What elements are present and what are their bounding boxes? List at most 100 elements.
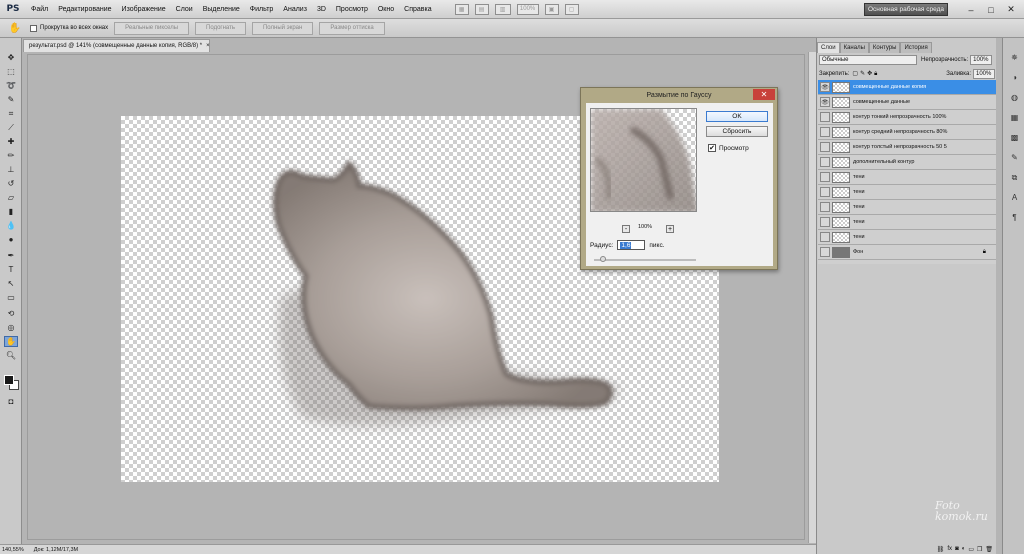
hand-tool-icon[interactable]: ✋ [4, 336, 18, 347]
brush-tool-icon[interactable]: ✏ [4, 150, 18, 161]
layer-row[interactable]: контур тонкий непрозрачность 100% [818, 110, 996, 125]
menu-help[interactable]: Справка [399, 6, 436, 13]
type-tool-icon[interactable]: T [4, 264, 18, 275]
radius-input[interactable]: 1,6 [617, 240, 646, 250]
layer-row[interactable]: 👁︎ совмещенные данные копия [818, 80, 996, 95]
hand-tool-icon[interactable]: ✋ [6, 23, 24, 34]
path-select-tool-icon[interactable]: ↖ [4, 278, 18, 289]
dialog-close-button[interactable]: ✕ [753, 89, 775, 100]
visibility-eye-icon[interactable] [820, 217, 830, 227]
fill-field[interactable]: 100% [973, 68, 995, 79]
scroll-all-checkbox[interactable] [30, 24, 37, 32]
ok-button[interactable]: OK [706, 111, 768, 122]
dodge-tool-icon[interactable]: ● [4, 234, 18, 245]
layer-row[interactable]: тени [818, 185, 996, 200]
preview-checkbox[interactable]: ✔ [708, 144, 716, 152]
tab-layers[interactable]: Слои [817, 42, 840, 53]
tab-history[interactable]: История [900, 42, 932, 53]
layer-row[interactable]: дополнительный контур [818, 155, 996, 170]
tab-channels[interactable]: Каналы [839, 42, 869, 53]
quick-mask-icon[interactable]: ◘ [4, 396, 18, 407]
scroll-all-option[interactable]: Прокрутка во всех окнах [30, 24, 108, 32]
visibility-eye-icon[interactable] [820, 157, 830, 167]
marquee-tool-icon[interactable]: ⬚ [4, 66, 18, 77]
layer-row[interactable]: контур толстый непрозрачность 50 5 [818, 140, 996, 155]
status-zoom[interactable]: 140,55% [2, 547, 24, 553]
crop-tool-icon[interactable]: ⌗ [4, 108, 18, 119]
layer-row[interactable]: контур средний непрозрачность 80% [818, 125, 996, 140]
minimize-button[interactable]: – [964, 3, 978, 16]
radius-slider-track[interactable] [594, 259, 696, 261]
document-tab-close-icon[interactable]: × [206, 43, 210, 49]
reset-button[interactable]: Сбросить [706, 126, 768, 137]
styles-icon[interactable]: ▩ [1009, 132, 1020, 143]
eraser-tool-icon[interactable]: ▱ [4, 192, 18, 203]
layer-row[interactable]: тени [818, 215, 996, 230]
menu-edit[interactable]: Редактирование [53, 6, 116, 13]
layer-row[interactable]: Фон 🔒︎ [818, 245, 996, 260]
visibility-eye-icon[interactable] [820, 142, 830, 152]
move-tool-icon[interactable]: ✥ [4, 52, 18, 63]
zoom-out-button[interactable]: - [622, 225, 630, 233]
adjustment-layer-icon[interactable]: ◐ [962, 546, 966, 552]
preview-option[interactable]: ✔ Просмотр [708, 144, 749, 152]
minibridge-icon[interactable]: ▤ [474, 3, 489, 15]
menu-filter[interactable]: Фильтр [245, 6, 279, 13]
blur-preview[interactable] [590, 108, 697, 212]
adjustments-icon[interactable]: ◑ [1009, 72, 1020, 83]
menu-window[interactable]: Окно [373, 6, 399, 13]
menu-image[interactable]: Изображение [117, 6, 171, 13]
menu-3d[interactable]: 3D [312, 6, 331, 13]
new-layer-icon[interactable]: ❐ [977, 546, 982, 553]
eyedropper-tool-icon[interactable]: ⟋ [4, 122, 18, 133]
swatches-icon[interactable]: ▦ [1009, 112, 1020, 123]
new-group-icon[interactable]: ▭ [968, 546, 974, 553]
menu-select[interactable]: Выделение [198, 6, 245, 13]
tab-paths[interactable]: Контуры [868, 42, 901, 53]
visibility-eye-icon[interactable]: 👁︎ [820, 82, 830, 92]
visibility-eye-icon[interactable]: 👁︎ [820, 97, 830, 107]
blend-mode-select[interactable]: Обычные [819, 54, 917, 65]
blur-tool-icon[interactable]: 💧 [4, 220, 18, 231]
screen-mode-icon[interactable]: ▢ [564, 3, 579, 15]
navigator-icon[interactable]: ✵ [1009, 52, 1020, 63]
zoom-tool-icon[interactable]: 🔍︎ [4, 350, 18, 361]
layer-style-icon[interactable]: fx [947, 546, 952, 552]
close-window-button[interactable]: ✕ [1004, 3, 1018, 16]
visibility-eye-icon[interactable] [820, 202, 830, 212]
vertical-scrollbar[interactable] [808, 52, 816, 543]
menu-view[interactable]: Просмотр [331, 6, 373, 13]
visibility-eye-icon[interactable] [820, 247, 830, 257]
lock-icons[interactable]: ▢✎✥🔒︎ [852, 70, 879, 78]
quick-select-tool-icon[interactable]: ✎ [4, 94, 18, 105]
zoom-level-select[interactable]: 100% [516, 3, 539, 15]
pen-tool-icon[interactable]: ✒ [4, 250, 18, 261]
masks-icon[interactable]: ◍ [1009, 92, 1020, 103]
document-tab[interactable]: результат.psd @ 141% (совмещенные данные… [23, 39, 210, 52]
3d-rotate-tool-icon[interactable]: ⟲ [4, 308, 18, 319]
zoom-in-button[interactable]: + [666, 225, 674, 233]
maximize-button[interactable]: □ [984, 3, 998, 16]
visibility-eye-icon[interactable] [820, 127, 830, 137]
visibility-eye-icon[interactable] [820, 187, 830, 197]
layer-row[interactable]: тени [818, 170, 996, 185]
brushes-icon[interactable]: ✎ [1009, 152, 1020, 163]
clone-source-icon[interactable]: ⧉ [1009, 172, 1020, 183]
healing-tool-icon[interactable]: ✚ [4, 136, 18, 147]
stamp-tool-icon[interactable]: ⊥ [4, 164, 18, 175]
character-icon[interactable]: A [1009, 192, 1020, 203]
full-screen-button[interactable]: Полный экран [251, 21, 314, 35]
guides-icon[interactable]: ▥ [494, 3, 511, 15]
menu-layers[interactable]: Слои [171, 6, 198, 13]
delete-layer-icon[interactable]: 🗑︎ [985, 546, 993, 553]
shape-tool-icon[interactable]: ▭ [4, 292, 18, 303]
visibility-eye-icon[interactable] [820, 172, 830, 182]
link-layers-icon[interactable]: ⛓ [937, 546, 945, 553]
fit-screen-button[interactable]: Подогнать [195, 21, 246, 35]
paragraph-icon[interactable]: ¶ [1009, 212, 1020, 223]
lasso-tool-icon[interactable]: ➰ [4, 80, 18, 91]
bridge-icon[interactable]: ▦ [454, 3, 469, 15]
radius-slider-thumb[interactable] [600, 256, 606, 262]
menu-analysis[interactable]: Анализ [278, 6, 312, 13]
visibility-eye-icon[interactable] [820, 112, 830, 122]
